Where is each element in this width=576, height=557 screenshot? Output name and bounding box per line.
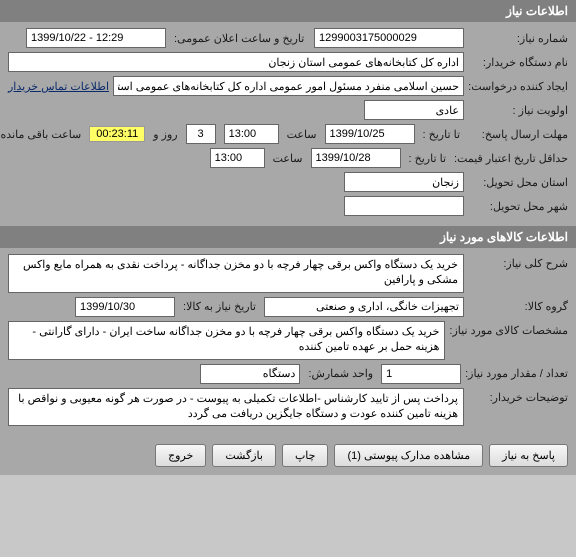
contact-link[interactable]: اطلاعات تماس خریدار [8,80,109,93]
general-desc-field [8,254,464,293]
label-deadline: مهلت ارسال پاسخ: [468,128,568,141]
label-general-desc: شرح کلی نیاز: [468,254,568,270]
exit-button[interactable]: خروج [155,444,206,467]
button-bar: پاسخ به نیاز مشاهده مدارک پیوستی (1) چاپ… [0,436,576,475]
label-to-date: تا تاریخ : [419,128,464,141]
label-need-number: شماره نیاز: [468,32,568,45]
label-public-announce: تاریخ و ساعت اعلان عمومی: [170,32,310,45]
need-number-field [314,28,464,48]
deadline-date-field [325,124,415,144]
qty-field [381,364,461,384]
creator-field [113,76,464,96]
valid-time-field [210,148,265,168]
public-announce-field [26,28,166,48]
goods-info-form: شرح کلی نیاز: گروه کالا: تاریخ نیاز به ک… [0,248,576,436]
valid-date-field [311,148,401,168]
print-button[interactable]: چاپ [282,444,329,467]
label-hour-1: ساعت [283,128,321,141]
label-goods-date: تاریخ نیاز به کالا: [179,300,260,313]
label-province: استان محل تحویل: [468,176,568,189]
goods-group-field [264,297,464,317]
label-goods-spec: مشخصات کالای مورد نیاز: [449,321,568,337]
deadline-time-field [224,124,279,144]
label-hour-2: ساعت [269,152,307,165]
province-field [344,172,464,192]
remain-days-field [186,124,216,144]
section-header-goods-info: اطلاعات کالاهای مورد نیاز [0,226,576,248]
back-button[interactable]: بازگشت [212,444,276,467]
label-buyer-notes: توضیحات خریدار: [468,388,568,404]
label-goods-group: گروه کالا: [468,300,568,313]
section-header-need-info: اطلاعات نیاز [0,0,576,22]
label-to-date-2: تا تاریخ : [405,152,450,165]
label-city: شهر محل تحویل: [468,200,568,213]
attachments-button[interactable]: مشاهده مدارک پیوستی (1) [334,444,483,467]
label-days-and: روز و [149,128,181,141]
priority-field [364,100,464,120]
label-min-valid: حداقل تاریخ اعتبار قیمت: [454,152,568,165]
countdown-timer: 00:23:11 [89,126,145,142]
label-buyer-org: نام دستگاه خریدار: [468,56,568,69]
buyer-org-field [8,52,464,72]
need-info-form: شماره نیاز: تاریخ و ساعت اعلان عمومی: نا… [0,22,576,226]
label-priority: اولویت نیاز : [468,104,568,117]
goods-spec-field [8,321,445,360]
city-field [344,196,464,216]
respond-button[interactable]: پاسخ به نیاز [489,444,568,467]
label-qty: تعداد / مقدار مورد نیاز: [465,367,568,380]
label-unit: واحد شمارش: [304,367,377,380]
label-remaining: ساعت باقی مانده [0,128,85,141]
label-creator: ایجاد کننده درخواست: [468,80,568,93]
goods-date-field [75,297,175,317]
unit-field [200,364,300,384]
buyer-notes-field [8,388,464,427]
